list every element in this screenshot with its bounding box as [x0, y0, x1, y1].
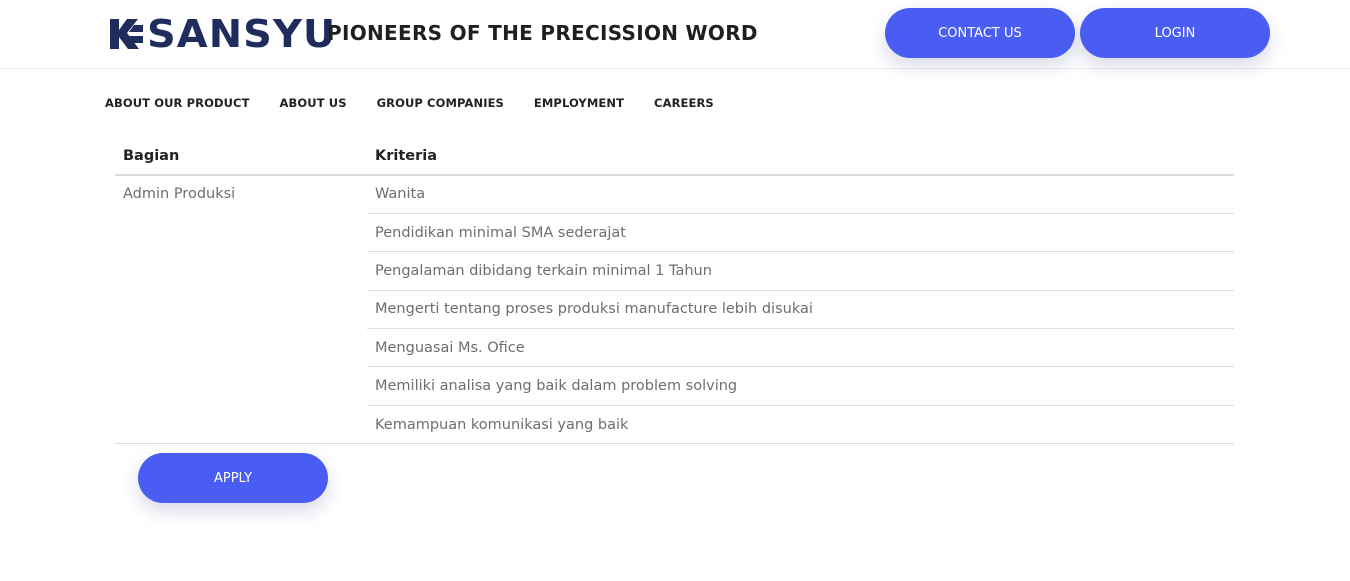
logo-wordmark: SANSYU [147, 12, 337, 56]
sansyu-logo-icon [110, 19, 143, 49]
login-button[interactable]: LOGIN [1080, 8, 1270, 58]
contact-us-button[interactable]: CONTACT US [885, 8, 1075, 58]
table-row: Admin Produksi Wanita [115, 175, 1234, 445]
table-header-row: Bagian Kriteria [115, 137, 1234, 176]
nav-item-group-companies[interactable]: GROUP COMPANIES [377, 94, 504, 112]
brand-tagline: PIONEERS OF THE PRECISSION WORD [327, 21, 758, 45]
criteria-cell: Wanita [367, 175, 1234, 214]
criteria-cell: Kemampuan komunikasi yang baik [367, 405, 1234, 445]
criteria-cell: Memiliki analisa yang baik dalam problem… [367, 366, 1234, 406]
apply-button[interactable]: APPLY [138, 453, 328, 503]
nav-item-careers[interactable]: CAREERS [654, 94, 714, 112]
job-requirements-table: Bagian Kriteria Admin Produksi Wanita Pe… [115, 137, 1234, 445]
nav-item-about-our-product[interactable]: ABOUT OUR PRODUCT [105, 94, 250, 112]
criteria-cell: Pengalaman dibidang terkain minimal 1 Ta… [367, 251, 1234, 291]
site-header: SANSYU PIONEERS OF THE PRECISSION WORD C… [0, 0, 1350, 69]
criteria-cell: Mengerti tentang proses produksi manufac… [367, 290, 1234, 330]
criteria-cell: Pendidikan minimal SMA sederajat [367, 213, 1234, 253]
main-nav: ABOUT OUR PRODUCT ABOUT US GROUP COMPANI… [105, 94, 744, 112]
nav-item-about-us[interactable]: ABOUT US [280, 94, 347, 112]
job-position-cell: Admin Produksi [115, 175, 367, 445]
brand-logo[interactable]: SANSYU [107, 14, 335, 54]
column-header-kriteria: Kriteria [367, 137, 1234, 176]
column-header-bagian: Bagian [115, 137, 367, 176]
nav-item-employment[interactable]: EMPLOYMENT [534, 94, 624, 112]
criteria-cell: Menguasai Ms. Ofice [367, 328, 1234, 368]
